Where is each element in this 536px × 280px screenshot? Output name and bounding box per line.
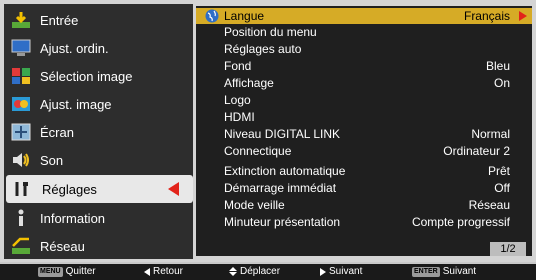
sidebar-item-label: Écran (40, 124, 74, 140)
sidebar-item-label: Entrée (40, 12, 79, 28)
sidebar-item-reglages[interactable]: Réglages (6, 175, 193, 203)
menu-key-icon: MENU (38, 266, 63, 277)
menu-row-affichage[interactable]: Affichage On (196, 75, 532, 92)
menu-row-value: Compte progressif (411, 215, 510, 229)
enter-key-icon: ENTER (412, 266, 440, 277)
sidebar-item-son[interactable]: Son (4, 146, 193, 174)
sidebar: Entrée Ajust. ordin. Sélection image Aju… (4, 4, 193, 259)
information-icon (10, 208, 32, 228)
menu-row-fond[interactable]: Fond Bleu (196, 58, 532, 75)
menu-row-value: Off (494, 181, 510, 195)
globe-icon (205, 9, 219, 23)
next-label: Suivant (329, 266, 363, 277)
sidebar-item-ecran[interactable]: Écran (4, 118, 193, 146)
sidebar-item-entree[interactable]: Entrée (4, 6, 193, 34)
menu-row-label: Logo (224, 93, 251, 107)
menu-row-demarrage-immediat[interactable]: Démarrage immédiat Off (196, 180, 532, 197)
menu-row-label: HDMI (224, 110, 255, 124)
menu-row-reglages-auto[interactable]: Réglages auto (196, 41, 532, 58)
sidebar-item-label: Information (40, 210, 106, 226)
back-hint[interactable]: Retour (144, 266, 183, 277)
menu-row-label: Langue (224, 9, 265, 23)
sidebar-item-ajust-image[interactable]: Ajust. image (4, 90, 193, 118)
page-indicator: 1/2 (490, 242, 526, 256)
input-icon (10, 10, 32, 30)
up-down-arrow-icon (229, 267, 237, 276)
image-select-icon (10, 66, 32, 86)
enter-label: Suivant (442, 266, 477, 277)
quit-hint[interactable]: MENU Quitter (38, 266, 96, 277)
menu-row-label: Fond (224, 59, 252, 73)
sidebar-item-label: Réseau (40, 238, 85, 254)
menu-row-label: Minuteur présentation (224, 215, 341, 229)
sidebar-item-label: Ajust. ordin. (40, 40, 109, 56)
sidebar-item-ajust-ordin[interactable]: Ajust. ordin. (4, 34, 193, 62)
sidebar-item-reseau[interactable]: Réseau (4, 232, 193, 260)
sidebar-item-label: Réglages (42, 181, 97, 197)
menu-row-label: Affichage (224, 76, 274, 90)
settings-icon (12, 179, 34, 199)
next-hint[interactable]: Suivant (320, 266, 362, 277)
computer-adjust-icon (10, 38, 32, 58)
menu-row-extinction-automatique[interactable]: Extinction automatique Prêt (196, 163, 532, 180)
menu-row-value: Ordinateur 2 (443, 144, 510, 158)
menu-row-label: Démarrage immédiat (224, 181, 337, 195)
menu-row-value: On (493, 76, 510, 90)
sidebar-item-label: Son (40, 152, 64, 168)
sidebar-item-selection-image[interactable]: Sélection image (4, 62, 193, 90)
menu-row-label: Niveau DIGITAL LINK (224, 127, 341, 141)
menu-row-value: Réseau (468, 198, 510, 212)
menu-row-niveau-digital-link[interactable]: Niveau DIGITAL LINK Normal (196, 126, 532, 143)
active-arrow-icon (168, 182, 179, 196)
menu-row-minuteur-presentation[interactable]: Minuteur présentation Compte progressif (196, 214, 532, 231)
move-hint[interactable]: Déplacer (229, 266, 280, 277)
menu-row-label: Mode veille (224, 198, 285, 212)
menu-row-langue[interactable]: Langue Français (196, 8, 532, 24)
bottom-help-bar: MENU Quitter Retour Déplacer Suivant ENT… (0, 264, 536, 280)
menu-row-logo[interactable]: Logo (196, 92, 532, 109)
menu-row-label: Connectique (224, 144, 292, 158)
menu-row-value: Bleu (485, 59, 510, 73)
image-adjust-icon (10, 94, 32, 114)
menu-row-position-menu[interactable]: Position du menu (196, 24, 532, 41)
network-icon (10, 236, 32, 256)
right-arrow-icon (320, 267, 326, 276)
enter-hint[interactable]: ENTER Suivant (412, 266, 476, 277)
menu-row-label: Extinction automatique (224, 164, 346, 178)
menu-row-value: Français (463, 9, 510, 23)
menu-row-mode-veille[interactable]: Mode veille Réseau (196, 197, 532, 214)
projector-menu-frame: Entrée Ajust. ordin. Sélection image Aju… (0, 0, 536, 262)
sound-icon (10, 150, 32, 170)
move-label: Déplacer (240, 266, 281, 277)
quit-label: Quitter (65, 266, 96, 277)
menu-row-value: Normal (471, 127, 510, 141)
menu-row-label: Réglages auto (224, 42, 302, 56)
settings-panel: Langue Français Position du menu Réglage… (196, 6, 532, 256)
back-label: Retour (153, 266, 184, 277)
menu-row-hdmi[interactable]: HDMI (196, 109, 532, 126)
sidebar-item-label: Sélection image (40, 68, 133, 84)
sidebar-item-label: Ajust. image (40, 96, 112, 112)
screen-icon (10, 122, 32, 142)
left-arrow-icon (144, 267, 150, 276)
menu-row-value: Prêt (487, 164, 510, 178)
menu-row-label: Position du menu (224, 25, 317, 39)
menu-row-connectique[interactable]: Connectique Ordinateur 2 (196, 143, 532, 160)
sidebar-item-information[interactable]: Information (4, 204, 193, 232)
submenu-arrow-icon (519, 11, 527, 21)
